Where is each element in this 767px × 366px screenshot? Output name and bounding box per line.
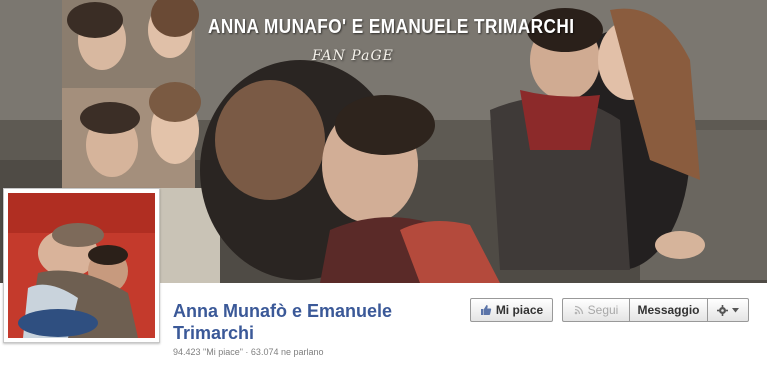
caret-down-icon <box>732 307 739 313</box>
message-button[interactable]: Messaggio <box>629 298 708 322</box>
cover-title: ANNA MUNAFO' E EMANUELE TRIMARCHI <box>208 16 575 38</box>
thumbs-up-icon <box>480 304 492 316</box>
rss-icon <box>574 305 584 315</box>
page-title[interactable]: Anna Munafò e Emanuele Trimarchi <box>173 300 463 344</box>
settings-dropdown-button[interactable] <box>708 298 749 322</box>
profile-picture[interactable] <box>3 188 160 343</box>
like-button[interactable]: Mi piace <box>470 298 553 322</box>
cover-subtitle: FAN PaGE <box>312 48 394 64</box>
message-button-label: Messaggio <box>637 303 700 317</box>
gear-icon <box>717 304 728 316</box>
like-button-label: Mi piace <box>495 303 544 317</box>
follow-button-label: Segui <box>587 303 619 317</box>
page-stats: 94.423 "Mi piace" · 63.074 ne parlano <box>173 347 324 357</box>
follow-button[interactable]: Segui <box>562 298 629 322</box>
profile-picture-image <box>8 193 155 338</box>
